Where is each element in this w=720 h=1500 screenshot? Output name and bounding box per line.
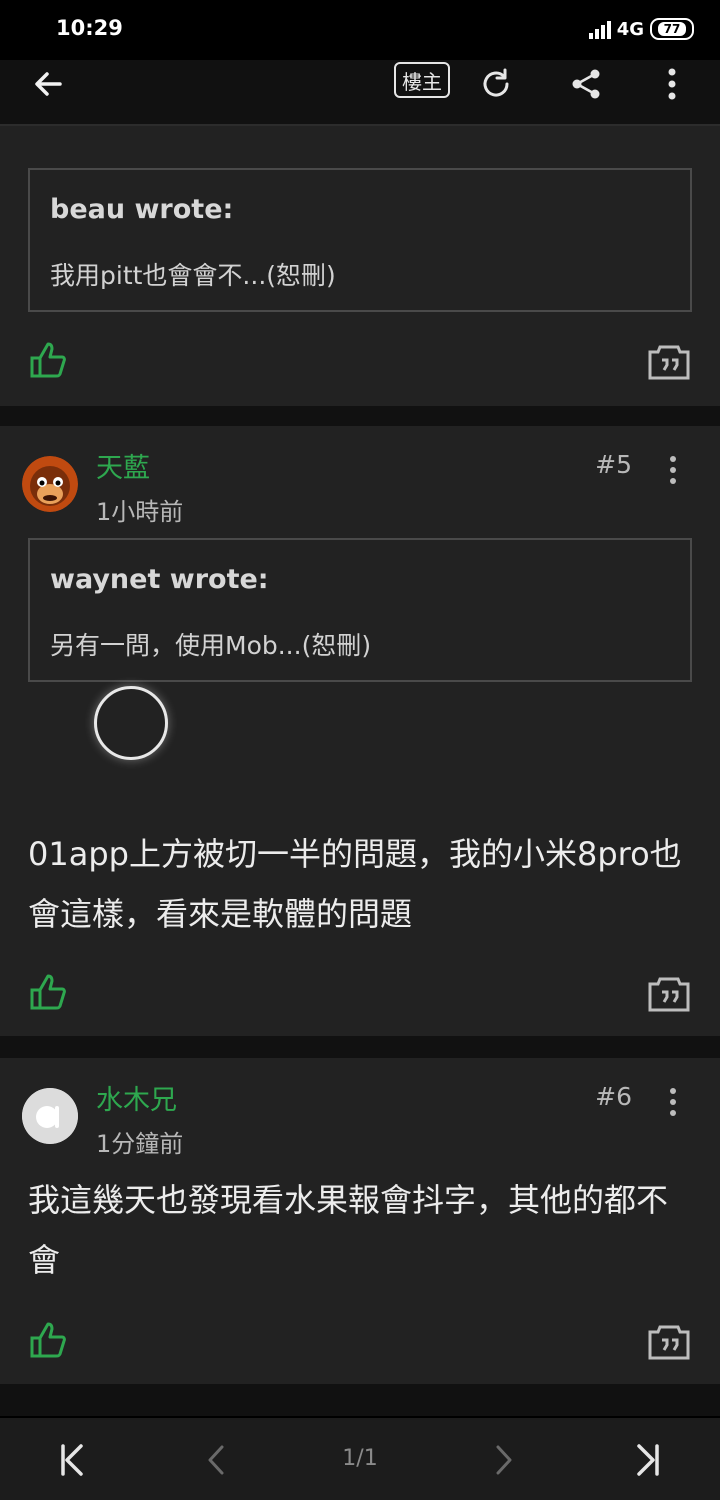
username[interactable]: 水木兄 [96,1078,177,1117]
status-time: 10:29 [56,16,123,40]
share-icon[interactable] [564,62,608,106]
quote-box[interactable]: beau wrote: 我用pitt也會會不...(恕刪) [28,168,692,312]
post-time: 1分鐘前 [96,1130,184,1158]
like-icon[interactable] [28,1320,68,1360]
avatar[interactable] [22,1088,78,1144]
quote-reply-icon[interactable] [648,1324,690,1360]
next-page-icon[interactable] [484,1442,524,1478]
previous-page-icon[interactable] [196,1442,236,1478]
first-page-icon[interactable] [52,1442,92,1478]
quote-text: 我用pitt也會會不...(恕刪) [50,261,336,290]
like-icon[interactable] [28,972,68,1012]
avatar[interactable] [22,456,78,512]
quote-author: beau wrote: [50,194,234,225]
floor-number: #5 [595,450,632,479]
refresh-icon[interactable] [474,62,518,106]
post-body: 我這幾天也發現看水果報會抖字，其他的都不會 [28,1181,669,1279]
quote-author: waynet wrote: [50,564,269,595]
battery-icon: 77 [650,18,694,40]
post-card: beau wrote: 我用pitt也會會不...(恕刪) [0,126,720,406]
quote-box[interactable]: waynet wrote: 另有一問，使用Mob...(恕刪) [28,538,692,682]
quote-reply-icon[interactable] [648,976,690,1012]
like-icon[interactable] [28,340,68,380]
username[interactable]: 天藍 [96,446,150,485]
network-type: 4G [616,18,644,40]
back-arrow-icon[interactable] [28,64,68,104]
battery-level: 77 [657,22,687,36]
post-menu-icon[interactable] [668,1088,678,1116]
post-body: 01app上方被切一半的問題，我的小米8pro也會這樣，看來是軟體的問題 [28,835,682,933]
page-indicator[interactable]: 1/1 [318,1446,402,1471]
signal-icon [588,19,611,39]
post-time: 1小時前 [96,498,184,526]
floor-number: #6 [595,1082,632,1111]
quote-reply-icon[interactable] [648,344,690,380]
pagination-bar: 1/1 [0,1416,720,1500]
thread-starter-button[interactable]: 樓主 [394,62,450,98]
post-card: 水木兄 1分鐘前 #6 我這幾天也發現看水果報會抖字，其他的都不會 [0,1058,720,1384]
status-icons: 4G 77 [588,14,694,44]
status-bar: 10:29 4G 77 [0,0,720,60]
toolbar: 樓主 [0,60,720,124]
last-page-icon[interactable] [628,1442,668,1478]
more-options-icon[interactable] [650,62,694,106]
quote-text: 另有一問，使用Mob...(恕刪) [50,631,372,660]
touch-indicator [94,686,168,760]
post-menu-icon[interactable] [668,456,678,484]
